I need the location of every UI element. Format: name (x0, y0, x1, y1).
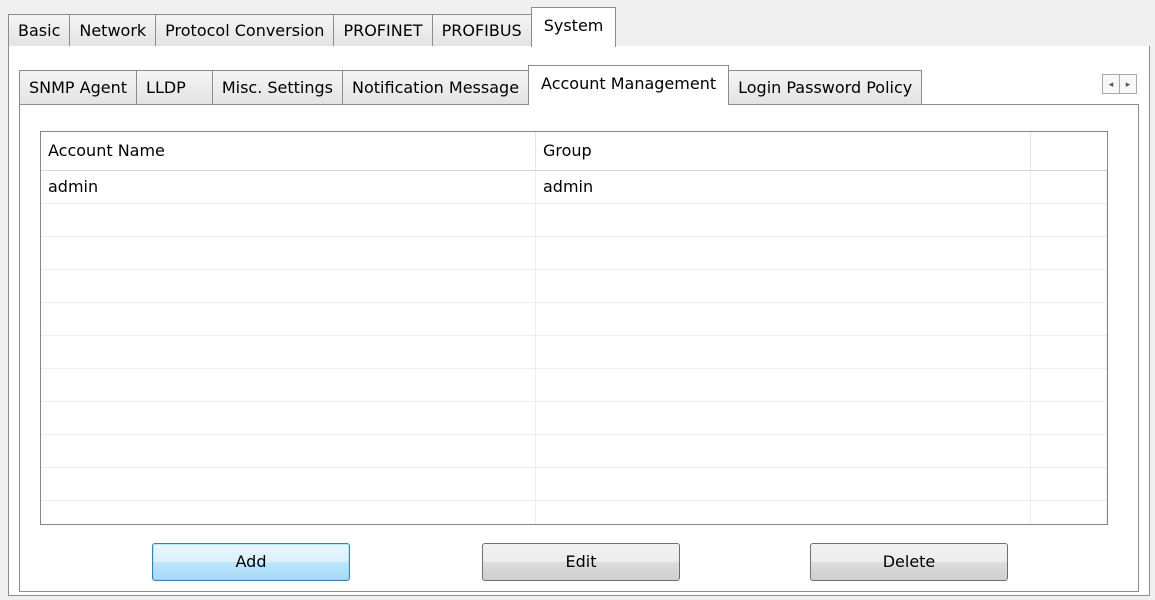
system-panel: SNMP Agent LLDP Misc. Settings Notificat… (8, 46, 1150, 596)
cell-account-name (41, 237, 536, 269)
tab-system[interactable]: System (530, 7, 617, 47)
tab-network[interactable]: Network (69, 14, 157, 46)
table-row[interactable] (41, 336, 1107, 369)
table-row[interactable] (41, 402, 1107, 435)
table-header: Account Name Group (41, 132, 1107, 171)
cell-filler (1031, 237, 1107, 269)
top-tab-strip: Basic Network Protocol Conversion PROFIN… (8, 7, 1150, 47)
table-row[interactable] (41, 501, 1107, 524)
cell-group (536, 204, 1031, 236)
column-header-account-name[interactable]: Account Name (41, 132, 536, 170)
cell-group (536, 369, 1031, 401)
cell-group (536, 435, 1031, 467)
cell-filler (1031, 501, 1107, 524)
delete-button[interactable]: Delete (810, 543, 1008, 581)
cell-group (536, 402, 1031, 434)
cell-filler (1031, 270, 1107, 302)
cell-account-name (41, 501, 536, 524)
table-row[interactable] (41, 237, 1107, 270)
cell-filler (1031, 303, 1107, 335)
cell-group (536, 303, 1031, 335)
table-row[interactable]: admin admin (41, 171, 1107, 204)
cell-filler (1031, 468, 1107, 500)
table-row[interactable] (41, 204, 1107, 237)
cell-group (536, 237, 1031, 269)
cell-account-name (41, 204, 536, 236)
cell-account-name (41, 270, 536, 302)
account-management-panel: Account Name Group admin admin Add Edit D… (19, 104, 1139, 592)
scroll-left-icon[interactable]: ◂ (1102, 74, 1120, 94)
cell-account-name (41, 369, 536, 401)
tab-account-management[interactable]: Account Management (528, 65, 730, 105)
table-row[interactable] (41, 270, 1107, 303)
column-header-filler (1031, 132, 1107, 170)
tab-profibus[interactable]: PROFIBUS (431, 14, 532, 46)
cell-filler (1031, 369, 1107, 401)
cell-filler (1031, 336, 1107, 368)
cell-group: admin (536, 171, 1031, 203)
tab-basic[interactable]: Basic (8, 14, 71, 46)
tab-notification-message[interactable]: Notification Message (342, 70, 530, 104)
cell-group (536, 501, 1031, 524)
cell-filler (1031, 204, 1107, 236)
table-body: admin admin (41, 171, 1107, 524)
sub-tab-strip: SNMP Agent LLDP Misc. Settings Notificat… (19, 65, 1029, 105)
account-table[interactable]: Account Name Group admin admin (40, 131, 1108, 525)
cell-group (536, 468, 1031, 500)
tab-scroll-arrows: ◂ ▸ (1102, 74, 1137, 94)
cell-account-name (41, 468, 536, 500)
edit-button[interactable]: Edit (482, 543, 680, 581)
add-button[interactable]: Add (152, 543, 350, 581)
tab-login-password-policy[interactable]: Login Password Policy (728, 70, 923, 104)
cell-filler (1031, 402, 1107, 434)
cell-filler (1031, 435, 1107, 467)
cell-account-name (41, 336, 536, 368)
tab-lldp[interactable]: LLDP (136, 70, 213, 104)
table-row[interactable] (41, 303, 1107, 336)
action-buttons: Add Edit Delete (20, 543, 1138, 583)
scroll-right-icon[interactable]: ▸ (1119, 74, 1137, 94)
column-header-group[interactable]: Group (536, 132, 1031, 170)
table-row[interactable] (41, 369, 1107, 402)
tab-protocol-conversion[interactable]: Protocol Conversion (155, 14, 335, 46)
cell-account-name (41, 303, 536, 335)
tab-snmp-agent[interactable]: SNMP Agent (19, 70, 138, 104)
cell-account-name: admin (41, 171, 536, 203)
cell-account-name (41, 435, 536, 467)
tab-profinet[interactable]: PROFINET (333, 14, 433, 46)
table-row[interactable] (41, 435, 1107, 468)
cell-group (536, 270, 1031, 302)
cell-group (536, 336, 1031, 368)
table-row[interactable] (41, 468, 1107, 501)
cell-filler (1031, 171, 1107, 203)
cell-account-name (41, 402, 536, 434)
tab-misc-settings[interactable]: Misc. Settings (211, 70, 344, 104)
